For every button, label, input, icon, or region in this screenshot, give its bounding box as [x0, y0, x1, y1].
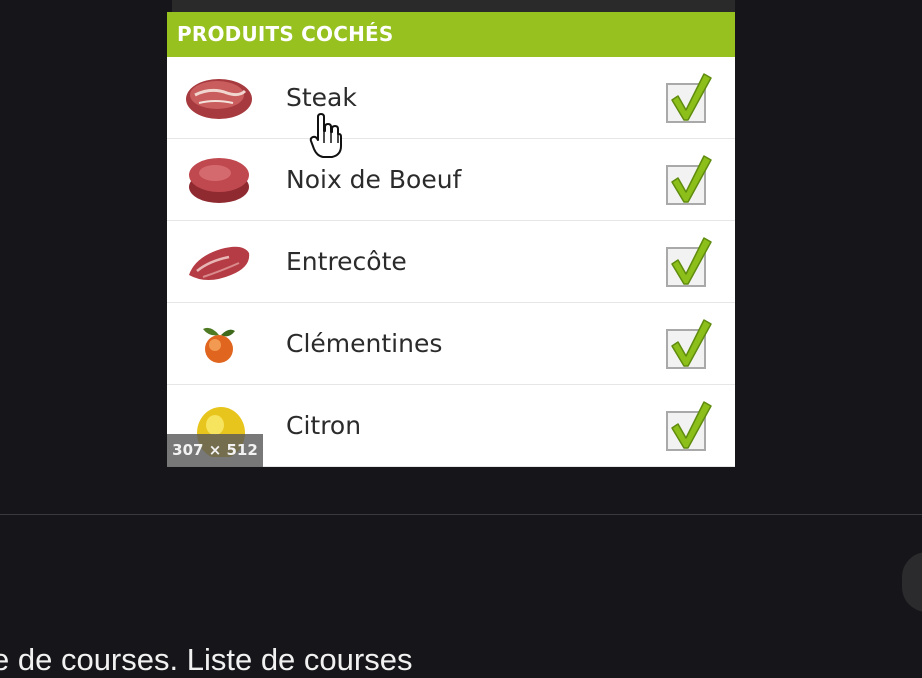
checkbox-checked[interactable] — [664, 152, 714, 206]
list-item[interactable]: Entrecôte — [167, 221, 735, 303]
checkbox-checked[interactable] — [664, 70, 714, 124]
checkbox-checked[interactable] — [664, 316, 714, 370]
list-item[interactable]: Noix de Boeuf — [167, 139, 735, 221]
section-divider — [0, 514, 922, 515]
entrecote-icon — [181, 229, 257, 293]
image-dimensions-badge: 307 × 512 — [167, 434, 263, 467]
panel-top-strip — [172, 0, 735, 12]
item-label: Entrecôte — [286, 247, 407, 276]
beef-icon — [181, 147, 257, 211]
checkbox-checked[interactable] — [664, 398, 714, 452]
item-label: Clémentines — [286, 329, 443, 358]
clementine-icon — [181, 311, 257, 375]
caption-title: e de courses. Liste de courses — [0, 642, 413, 677]
list-item[interactable]: Clémentines — [167, 303, 735, 385]
checkbox-checked[interactable] — [664, 234, 714, 288]
item-label: Citron — [286, 411, 362, 440]
checked-products-panel: PRODUITS COCHÉS Steak Noix de Boeuf Entr… — [167, 12, 735, 467]
item-label: Steak — [286, 83, 357, 112]
item-label: Noix de Boeuf — [286, 165, 462, 194]
steak-icon — [181, 65, 257, 129]
panel-header: PRODUITS COCHÉS — [167, 12, 735, 57]
list-item[interactable]: Steak — [167, 57, 735, 139]
side-scroll-button[interactable] — [902, 552, 922, 612]
